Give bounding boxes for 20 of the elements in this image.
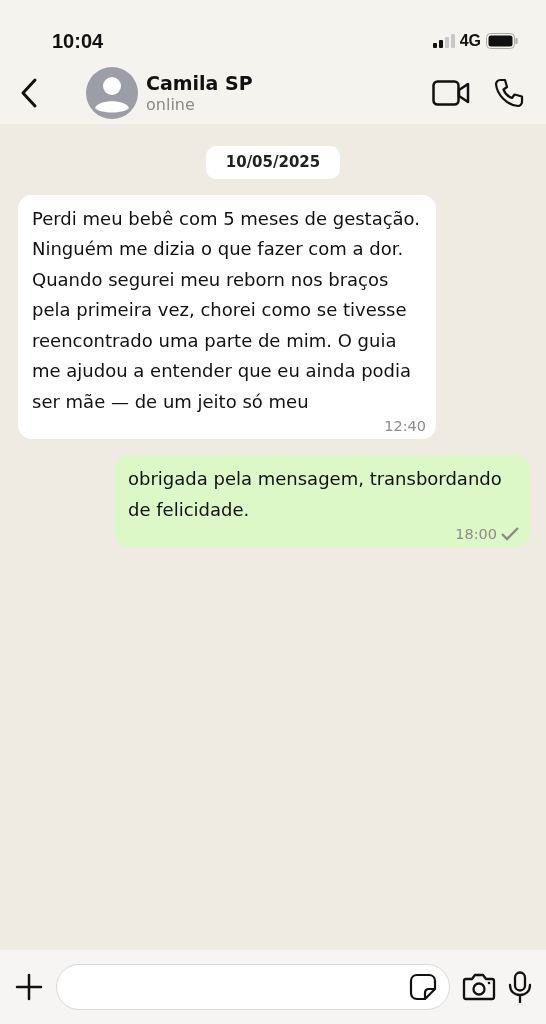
microphone-icon[interactable]	[508, 971, 532, 1003]
message-input[interactable]	[56, 964, 450, 1010]
avatar-icon[interactable]	[86, 67, 138, 119]
signal-icon	[432, 34, 455, 48]
back-icon[interactable]	[20, 77, 38, 109]
video-call-icon[interactable]	[432, 80, 470, 106]
message-time: 12:40	[384, 417, 426, 435]
message-text: obrigada pela mensagem, transbordando de felicidade.	[128, 467, 503, 522]
phone-icon[interactable]	[494, 78, 524, 108]
add-icon[interactable]	[14, 972, 44, 1002]
camera-icon[interactable]	[462, 973, 496, 1001]
battery-icon	[486, 33, 518, 49]
message-text: Perdi meu bebê com 5 meses de gestação. Ninguém me dizia o que fazer com a dor. Quando segurei meu reborn nos braços pela primeira vez, chorei como se tivesse reencontrado uma parte de mim. O guia me ajudou a entender que eu ainda podia ser mãe — de um jeito só meu	[32, 206, 421, 414]
status-time: 10:04	[52, 29, 104, 54]
message-time: 18:00	[455, 525, 497, 543]
date-chip: 10/05/2025	[205, 146, 341, 179]
network-type: 4G	[459, 31, 481, 51]
contact-status: online	[146, 94, 196, 114]
sticker-icon[interactable]	[409, 973, 437, 1001]
contact-name: Camila SP	[146, 72, 254, 95]
